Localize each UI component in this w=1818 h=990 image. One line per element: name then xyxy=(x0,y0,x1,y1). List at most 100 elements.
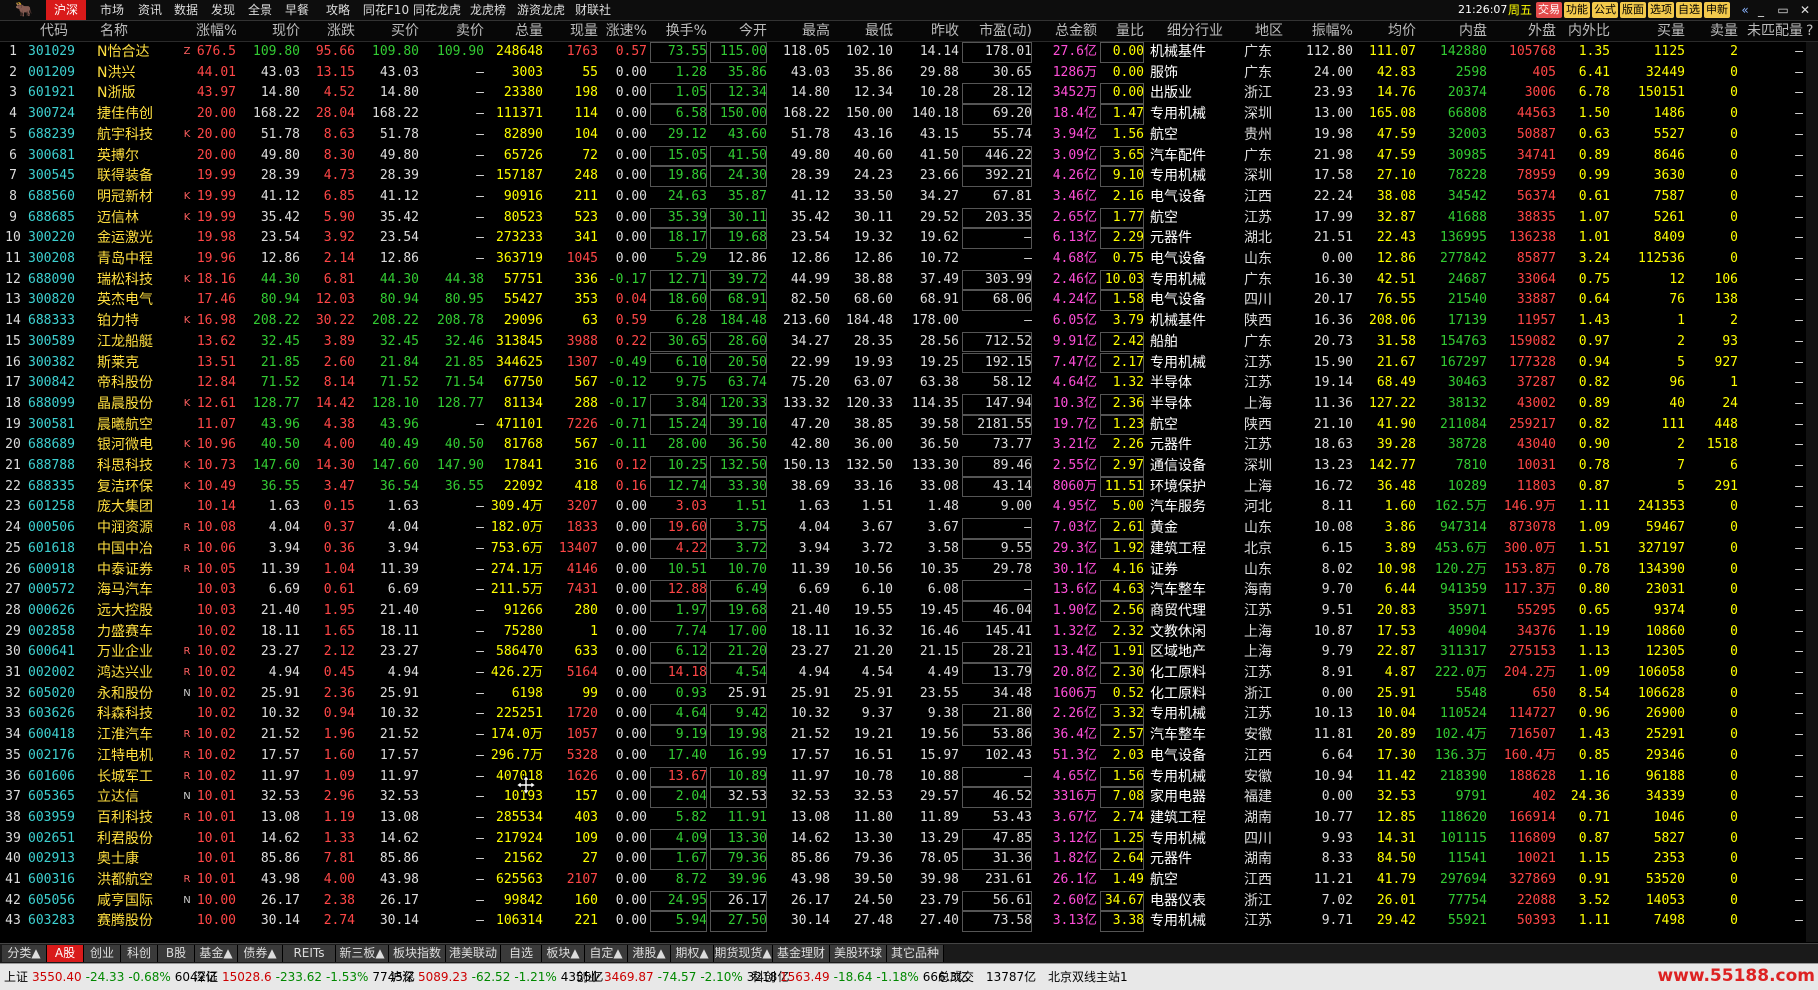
header-14[interactable]: 昨收 xyxy=(896,21,959,41)
header-8[interactable]: 现量 xyxy=(546,21,598,41)
table-row[interactable]: 23 601258 庞大集团 10.14 1.63 0.15 1.63–309.4万 3207… xyxy=(0,497,1818,518)
header-23[interactable]: 外盘 xyxy=(1490,21,1556,41)
toolbar-button-0[interactable]: 交易 xyxy=(1536,2,1562,18)
menu-item-0[interactable]: 沪深 xyxy=(46,0,86,20)
table-row[interactable]: 11 300208 青岛中程 19.96 12.86 2.14 12.86–363719 10… xyxy=(0,249,1818,270)
table-row[interactable]: 27 000572 海马汽车 10.03 6.69 0.61 6.69–211.5万 7431… xyxy=(0,580,1818,601)
toolbar-button-4[interactable]: 选项 xyxy=(1648,2,1674,18)
table-row[interactable]: 35 002176 江特电机 R 10.02 17.57 1.60 17.57–296.7万 5… xyxy=(0,746,1818,767)
table-row[interactable]: 21 688788 科思科技 K 10.73 147.60 14.30 147.60 147.9… xyxy=(0,456,1818,477)
table-row[interactable]: 2 001209 N洪兴 44.01 43.03 13.15 43.03 – 3003 55 0.0… xyxy=(0,63,1818,84)
toolbar-button-5[interactable]: 自选 xyxy=(1676,2,1702,18)
header-12[interactable]: 最高 xyxy=(770,21,830,41)
header-18[interactable]: 细分行业 xyxy=(1150,21,1240,41)
tab-7[interactable]: REITs xyxy=(283,945,336,962)
tab-6[interactable]: 债券▲ xyxy=(238,945,283,962)
header-16[interactable]: 总金额 xyxy=(1035,21,1097,41)
table-row[interactable]: 20 688689 银河微电 K 10.96 40.50 4.00 40.49 40.50 817… xyxy=(0,435,1818,456)
table-row[interactable]: 19 300581 晨曦航空 11.07 43.96 4.38 43.96–471101 72… xyxy=(0,414,1818,436)
tab-5[interactable]: 基金▲ xyxy=(195,945,238,962)
table-row[interactable]: 41 600316 洪都航空 R 10.01 43.98 4.00 43.98–625563 2… xyxy=(0,870,1818,891)
header-5[interactable]: 买价 xyxy=(358,21,419,41)
table-row[interactable]: 43 603283 赛腾股份 10.00 30.14 2.74 30.14–106314 22… xyxy=(0,911,1818,933)
tab-10[interactable]: 港美联动 xyxy=(446,945,501,962)
menu-item-11[interactable]: 游资龙虎 xyxy=(514,0,568,20)
header-13[interactable]: 最低 xyxy=(833,21,893,41)
header-15[interactable]: 市盈(动) xyxy=(962,21,1032,41)
menu-item-5[interactable]: 全景 xyxy=(242,0,278,20)
tab-3[interactable]: 科创 xyxy=(121,945,158,962)
table-row[interactable]: 39 002651 利君股份 10.01 14.62 1.33 14.62–217924 10… xyxy=(0,828,1818,850)
menu-item-2[interactable]: 资讯 xyxy=(132,0,168,20)
table-row[interactable]: 32 605020 永和股份 N 10.02 25.91 2.36 25.91 – 6198 99 0… xyxy=(0,684,1818,705)
table-row[interactable]: 12 688090 瑞松科技 K 18.16 44.30 6.81 44.30 44.38 577… xyxy=(0,269,1818,291)
header-1[interactable]: 名称 xyxy=(100,21,180,41)
table-row[interactable]: 38 603959 百利科技 R 10.01 13.08 1.19 13.08–285534 4… xyxy=(0,808,1818,829)
menu-item-6[interactable]: 早餐 xyxy=(278,0,316,20)
table-row[interactable]: 7 300545 联得装备 19.99 28.39 4.73 28.39–157187 248… xyxy=(0,166,1818,187)
table-row[interactable]: 17 300842 帝科股份 12.84 71.52 8.14 71.52 71.54 6775… xyxy=(0,373,1818,394)
table-row[interactable]: 40 002913 奥士康 10.01 85.86 7.81 85.86 – 21562 27 0.… xyxy=(0,849,1818,870)
header-2[interactable]: 涨幅% xyxy=(196,21,236,41)
table-row[interactable]: 13 300820 英杰电气 17.46 80.94 12.03 80.94 80.95 554… xyxy=(0,290,1818,312)
table-row[interactable]: 26 600918 中泰证券 R 10.05 11.39 1.04 11.39–274.1万 4… xyxy=(0,560,1818,581)
table-row[interactable]: 15 300589 江龙船艇 13.62 32.45 3.89 32.45 32.46 3138… xyxy=(0,331,1818,353)
maximize-icon[interactable]: ▭ xyxy=(1772,0,1794,20)
table-row[interactable]: 37 605365 立达信 N 10.01 32.53 2.96 32.53–10193 157… xyxy=(0,787,1818,808)
header-26[interactable]: 卖量 xyxy=(1688,21,1738,41)
table-row[interactable]: 3 601921 N浙版 43.97 14.80 4.52 14.80 – 23380 198 0.… xyxy=(0,83,1818,105)
header-24[interactable]: 内外比 xyxy=(1559,21,1610,41)
table-row[interactable]: 30 600641 万业企业 R 10.02 23.27 2.12 23.27–586470 6… xyxy=(0,642,1818,663)
table-row[interactable]: 34 600418 江淮汽车 R 10.02 21.52 1.96 21.52–174.0万 1… xyxy=(0,725,1818,746)
tab-15[interactable]: 期权▲ xyxy=(671,945,714,962)
help-icon[interactable]: ? xyxy=(1806,21,1818,41)
tab-17[interactable]: 基金理财▲ xyxy=(773,945,830,977)
toolbar-button-3[interactable]: 版面 xyxy=(1620,2,1646,18)
header-22[interactable]: 内盘 xyxy=(1419,21,1487,41)
tab-12[interactable]: 板块▲ xyxy=(542,945,585,962)
index-2[interactable]: 沪深 5089.23 -62.52 -1.21% 4355亿 xyxy=(390,968,607,986)
header-10[interactable]: 换手% xyxy=(650,21,707,41)
menu-item-10[interactable]: 龙虎榜 xyxy=(462,0,514,20)
server-name[interactable]: 北京双线主站1 xyxy=(1048,968,1128,986)
header-27[interactable]: 未匹配量 xyxy=(1741,21,1803,41)
table-row[interactable]: 9 688685 迈信林 K 19.99 35.42 5.90 35.42 – 80523 523 0… xyxy=(0,207,1818,229)
header-17[interactable]: 量比 xyxy=(1100,21,1144,41)
menu-item-7[interactable]: 攻略 xyxy=(316,0,360,20)
table-row[interactable]: 16 300382 斯莱克 13.51 21.85 2.60 21.84 21.85 34462… xyxy=(0,352,1818,374)
tab-11[interactable]: 自选 xyxy=(501,945,542,962)
header-3[interactable]: 现价 xyxy=(239,21,300,41)
table-row[interactable]: 18 688099 晶晨股份 K 12.61 128.77 14.42 128.10 128.7… xyxy=(0,393,1818,415)
table-row[interactable]: 6 300681 英搏尔 20.00 49.80 8.30 49.80 – 65726 72 0.0… xyxy=(0,145,1818,167)
tab-16[interactable]: 期货现货▲ xyxy=(714,945,773,962)
table-row[interactable]: 14 688333 铂力特 K 16.98 208.22 30.22 208.22 208.78… xyxy=(0,311,1818,332)
table-row[interactable]: 10 300220 金运激光 19.98 23.54 3.92 23.54–273233 34… xyxy=(0,228,1818,249)
table-row[interactable]: 22 688335 复洁环保 K 10.49 36.55 3.47 36.54 36.55 220… xyxy=(0,476,1818,498)
vertical-scrollbar[interactable] xyxy=(1806,42,1818,942)
table-row[interactable]: 25 601618 中国中冶 R 10.06 3.94 0.36 3.94–753.6万 134… xyxy=(0,538,1818,560)
header-21[interactable]: 均价 xyxy=(1356,21,1416,41)
tab-2[interactable]: 创业 xyxy=(84,945,121,962)
header-0[interactable]: 代码 xyxy=(40,21,106,41)
tab-19[interactable]: 其它品种▲ xyxy=(887,945,944,977)
index-1[interactable]: 深证 15028.6 -233.62 -1.53% 7745亿 xyxy=(194,968,419,986)
header-7[interactable]: 总量 xyxy=(487,21,543,41)
header-6[interactable]: 卖价 xyxy=(422,21,484,41)
header-11[interactable]: 今开 xyxy=(710,21,767,41)
menu-item-8[interactable]: 同花F10 xyxy=(360,0,412,20)
tab-8[interactable]: 新三板▲ xyxy=(336,945,389,962)
menu-item-3[interactable]: 数据 xyxy=(168,0,204,20)
table-row[interactable]: 24 000506 中润资源 R 10.08 4.04 0.37 4.04–182.0万 183… xyxy=(0,518,1818,539)
table-row[interactable]: 33 603626 科森科技 10.02 10.32 0.94 10.32–225251 17… xyxy=(0,704,1818,726)
table-row[interactable]: 36 601606 长城军工 R 10.02 11.97 1.09 11.97–407018 1… xyxy=(0,766,1818,788)
header-4[interactable]: 涨跌 xyxy=(303,21,355,41)
header-25[interactable]: 买量 xyxy=(1613,21,1685,41)
header-9[interactable]: 涨速% xyxy=(601,21,647,41)
menu-item-4[interactable]: 发现 xyxy=(204,0,242,20)
tab-0[interactable]: 分类▲ xyxy=(2,945,47,962)
close-icon[interactable]: ✕ xyxy=(1794,0,1816,20)
toolbar-button-1[interactable]: 功能 xyxy=(1564,2,1590,18)
tab-4[interactable]: B股 xyxy=(158,945,195,962)
table-row[interactable]: 5 688239 航宇科技 K 20.00 51.78 8.63 51.78 – 82890 104… xyxy=(0,125,1818,146)
toolbar-button-2[interactable]: 公式 xyxy=(1592,2,1618,18)
